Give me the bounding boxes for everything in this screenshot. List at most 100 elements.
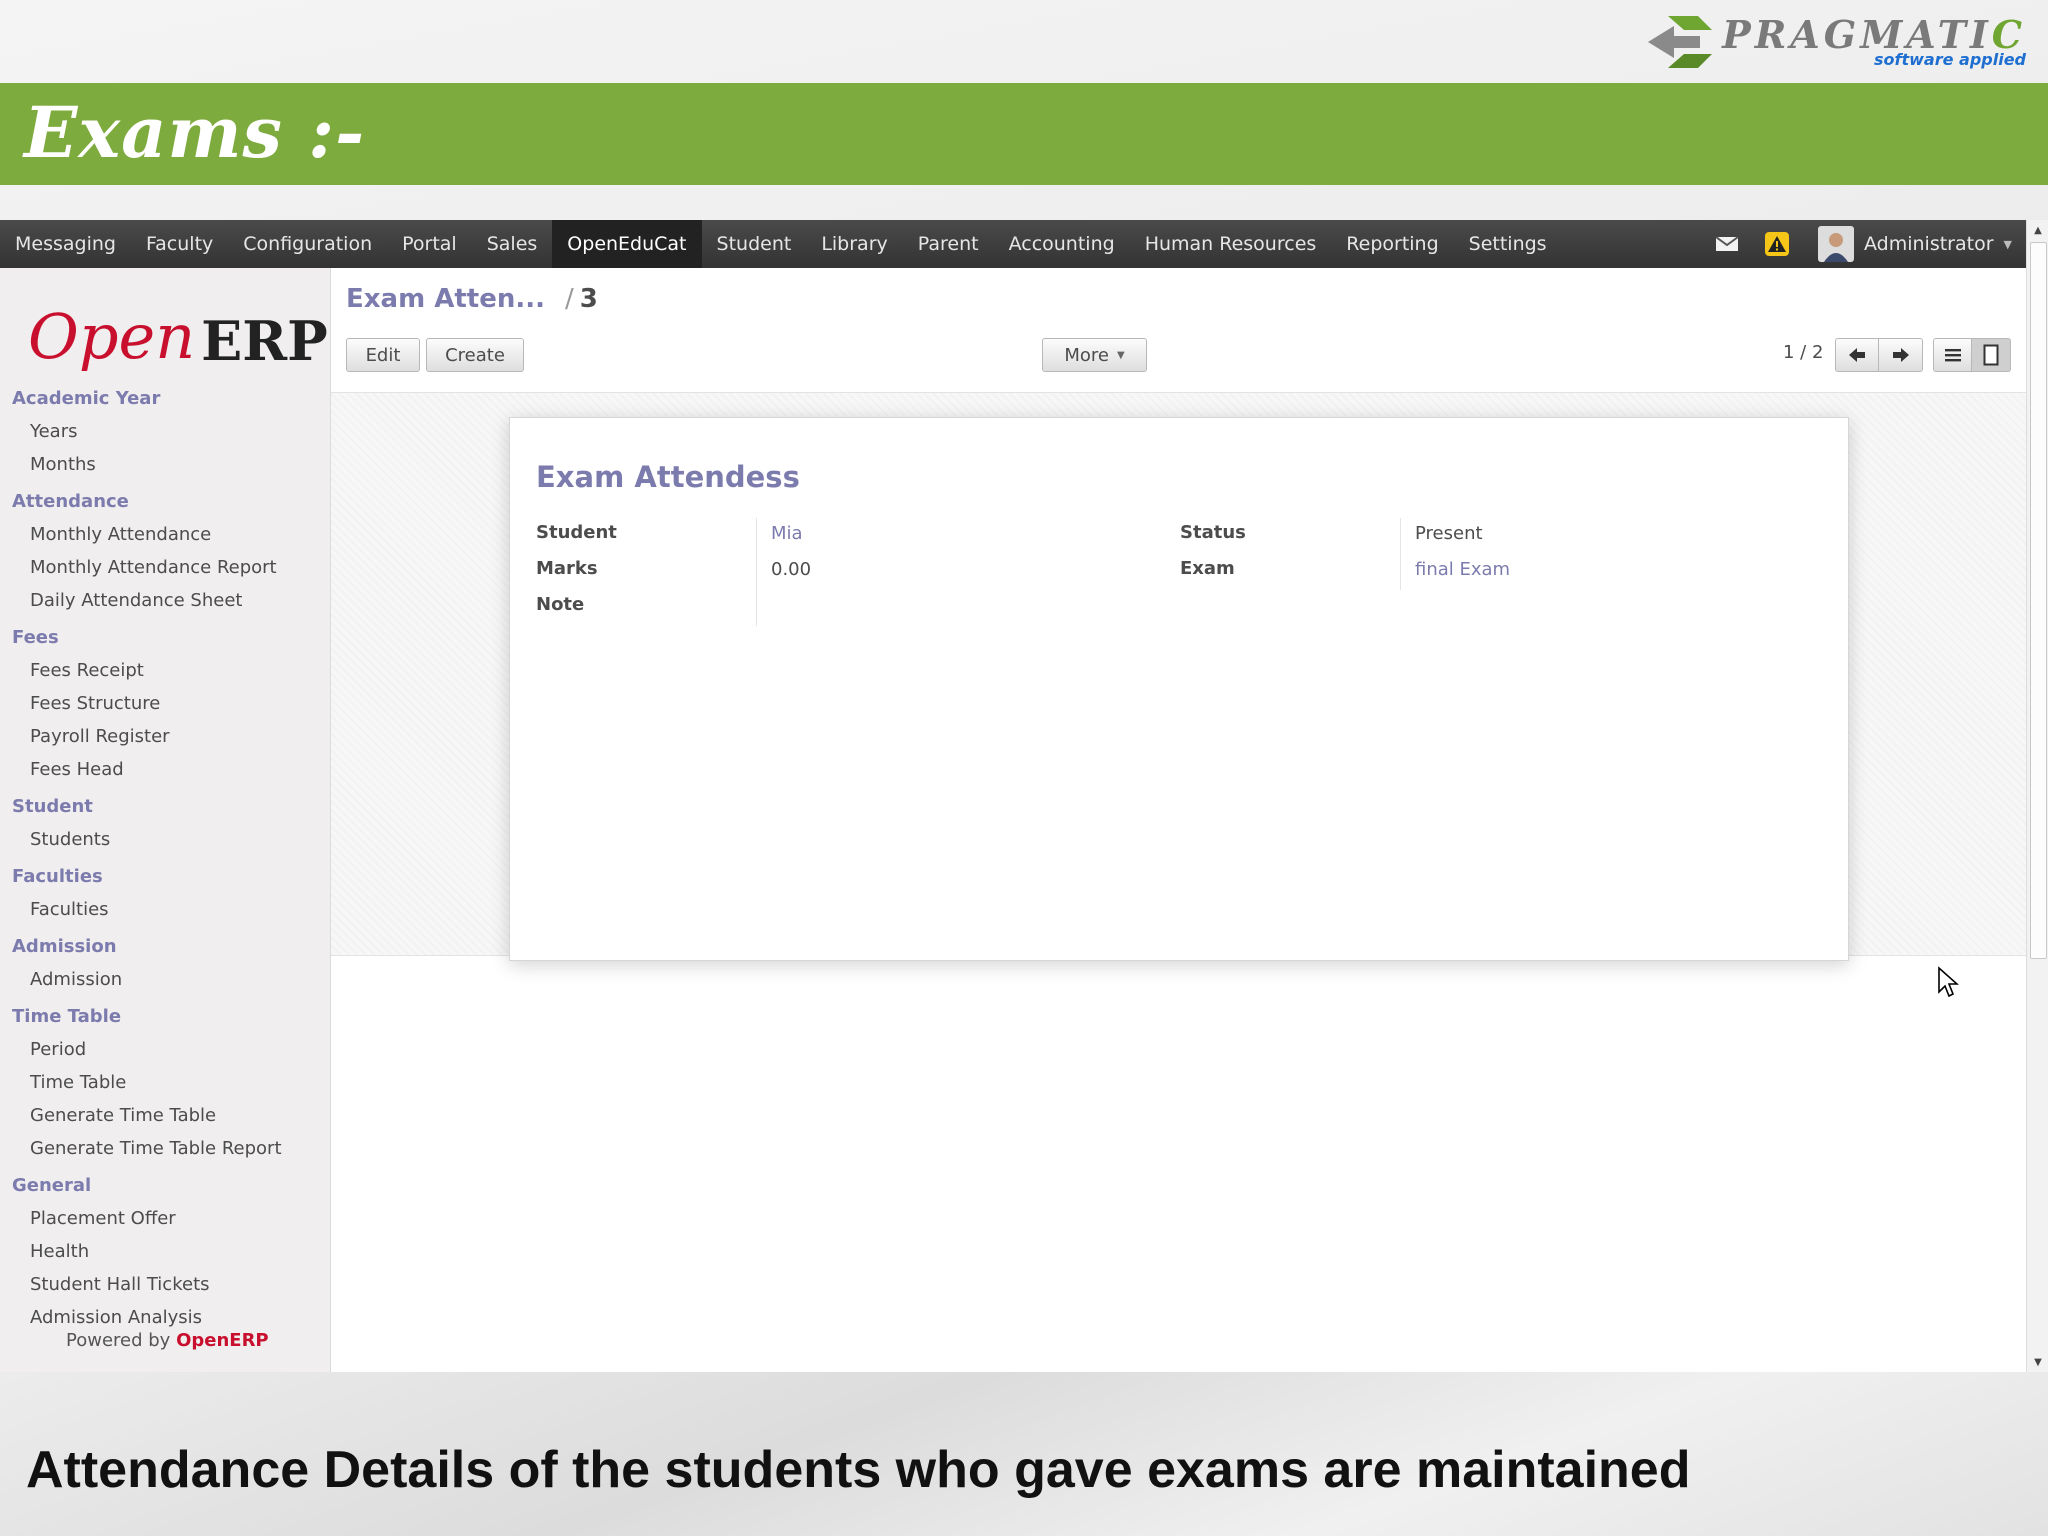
- slide-title: Exams :-: [24, 91, 366, 174]
- edit-button[interactable]: Edit: [346, 338, 420, 372]
- sidebar-item-admission[interactable]: Admission: [0, 963, 330, 996]
- list-icon: [1944, 349, 1961, 362]
- sidebar-item-fees-receipt[interactable]: Fees Receipt: [0, 654, 330, 687]
- sidebar-item-time-table[interactable]: Time Table: [0, 1066, 330, 1099]
- marks-label: Marks: [536, 558, 598, 579]
- pragmatic-logo: PRAGMATIC software applied: [1644, 6, 2026, 78]
- list-view-button[interactable]: [1933, 338, 1972, 372]
- sidebar-item-monthly-attendance-report[interactable]: Monthly Attendance Report: [0, 551, 330, 584]
- user-avatar[interactable]: [1818, 226, 1854, 262]
- sidebar-item-health[interactable]: Health: [0, 1235, 330, 1268]
- previous-record-button[interactable]: [1835, 338, 1879, 372]
- create-button[interactable]: Create: [426, 338, 524, 372]
- vertical-scrollbar[interactable]: ▲ ▼: [2026, 220, 2048, 1372]
- form-title: Exam Attendess: [536, 460, 800, 494]
- next-record-button[interactable]: [1879, 338, 1923, 372]
- powered-by: Powered by OpenERP: [66, 1330, 269, 1351]
- scroll-down-icon[interactable]: ▼: [2027, 1352, 2048, 1372]
- sidebar-item-generate-time-table[interactable]: Generate Time Table: [0, 1099, 330, 1132]
- scroll-thumb[interactable]: [2030, 242, 2047, 959]
- sidebar-item-student-hall-tickets[interactable]: Student Hall Tickets: [0, 1268, 330, 1301]
- field-divider: [756, 518, 757, 626]
- more-button[interactable]: More ▼: [1042, 338, 1147, 372]
- form-view-button[interactable]: [1972, 338, 2011, 372]
- pragmatic-logo-icon: [1648, 16, 1713, 68]
- user-menu[interactable]: Administrator ▼: [1864, 233, 2012, 255]
- top-menu-reporting[interactable]: Reporting: [1331, 220, 1453, 268]
- student-label: Student: [536, 522, 617, 543]
- powered-by-text: Powered by: [66, 1330, 177, 1351]
- envelope-icon[interactable]: [1712, 229, 1742, 259]
- top-menu-library[interactable]: Library: [806, 220, 902, 268]
- top-menu-bar: Messaging Faculty Configuration Portal Sales…: [0, 220, 2026, 268]
- main-content: Exam Atten... /3 Edit Create More ▼ 1 / 2: [331, 268, 2026, 1372]
- sidebar-item-payroll-register[interactable]: Payroll Register: [0, 720, 330, 753]
- sidebar-section-general[interactable]: General: [0, 1169, 330, 1202]
- sidebar-item-monthly-attendance[interactable]: Monthly Attendance: [0, 518, 330, 551]
- form-background: Exam Attendess Student Mia Marks 0.00 No…: [331, 393, 2026, 961]
- top-menu-human-resources[interactable]: Human Resources: [1130, 220, 1332, 268]
- sidebar-item-fees-head[interactable]: Fees Head: [0, 753, 330, 786]
- openerp-logo-erp: ERP: [201, 309, 328, 373]
- top-menu-student[interactable]: Student: [702, 220, 807, 268]
- sidebar-item-months[interactable]: Months: [0, 448, 330, 481]
- sidebar-section-faculties[interactable]: Faculties: [0, 860, 330, 893]
- mouse-cursor-icon: [1938, 966, 1959, 998]
- chevron-down-icon: ▼: [1116, 349, 1125, 361]
- openerp-logo[interactable]: Open ERP: [28, 288, 328, 373]
- exam-label: Exam: [1180, 558, 1235, 579]
- sidebar-item-students[interactable]: Students: [0, 823, 330, 856]
- view-switcher: [1933, 338, 2011, 372]
- left-sidebar: Open ERP Academic Year Years Months Attendan…: [0, 268, 331, 1372]
- breadcrumb-separator: /: [564, 284, 574, 314]
- sidebar-section-academic-year[interactable]: Academic Year: [0, 382, 330, 415]
- warning-icon[interactable]: [1762, 229, 1792, 259]
- field-divider: [1400, 518, 1401, 590]
- sidebar-item-daily-attendance-sheet[interactable]: Daily Attendance Sheet: [0, 584, 330, 617]
- top-menu-openeducat[interactable]: OpenEduCat: [552, 220, 702, 268]
- form-icon: [1983, 344, 1999, 366]
- slide-caption: Attendance Details of the students who g…: [26, 1441, 1691, 1499]
- top-menu-parent[interactable]: Parent: [903, 220, 994, 268]
- breadcrumb-link[interactable]: Exam Atten...: [346, 284, 545, 314]
- powered-by-link[interactable]: OpenERP: [176, 1330, 269, 1351]
- pragmatic-wordmark: PRAGMATIC: [1722, 12, 2026, 57]
- topbar-right: Administrator ▼: [1702, 220, 2026, 268]
- sidebar-item-fees-structure[interactable]: Fees Structure: [0, 687, 330, 720]
- sidebar-item-period[interactable]: Period: [0, 1033, 330, 1066]
- sidebar-item-generate-time-table-report[interactable]: Generate Time Table Report: [0, 1132, 330, 1165]
- status-value: Present: [1415, 523, 1483, 544]
- sidebar-section-attendance[interactable]: Attendance: [0, 485, 330, 518]
- form-sheet: Exam Attendess Student Mia Marks 0.00 No…: [509, 417, 1849, 961]
- exam-value[interactable]: final Exam: [1415, 559, 1510, 580]
- top-menu-messaging[interactable]: Messaging: [0, 220, 131, 268]
- user-name: Administrator: [1864, 233, 1994, 255]
- top-menu-configuration[interactable]: Configuration: [228, 220, 387, 268]
- sidebar-item-years[interactable]: Years: [0, 415, 330, 448]
- sidebar-section-fees[interactable]: Fees: [0, 621, 330, 654]
- student-value[interactable]: Mia: [771, 523, 803, 544]
- sidebar-item-faculties[interactable]: Faculties: [0, 893, 330, 926]
- top-menu-settings[interactable]: Settings: [1454, 220, 1562, 268]
- more-button-label: More: [1064, 344, 1109, 366]
- breadcrumb: Exam Atten... /3: [346, 284, 598, 314]
- arrow-right-icon: [1892, 348, 1909, 362]
- marks-value: 0.00: [771, 559, 812, 580]
- sidebar-section-student[interactable]: Student: [0, 790, 330, 823]
- slide-header: PRAGMATIC software applied: [0, 0, 2048, 83]
- pager-nav: [1835, 338, 1923, 372]
- scroll-up-icon[interactable]: ▲: [2027, 220, 2048, 240]
- top-menu-accounting[interactable]: Accounting: [994, 220, 1130, 268]
- top-menu-sales[interactable]: Sales: [472, 220, 553, 268]
- sidebar-section-admission[interactable]: Admission: [0, 930, 330, 963]
- top-menu-portal[interactable]: Portal: [387, 220, 472, 268]
- pager-value: 1 / 2: [1783, 342, 1824, 363]
- sidebar-nav: Academic Year Years Months Attendance Monthl…: [0, 378, 330, 1334]
- note-label: Note: [536, 594, 585, 615]
- sidebar-item-placement-offer[interactable]: Placement Offer: [0, 1202, 330, 1235]
- control-panel: Exam Atten... /3 Edit Create More ▼ 1 / 2: [331, 268, 2026, 393]
- status-label: Status: [1180, 522, 1246, 543]
- sidebar-section-time-table[interactable]: Time Table: [0, 1000, 330, 1033]
- top-menu-faculty[interactable]: Faculty: [131, 220, 228, 268]
- breadcrumb-current: 3: [579, 284, 598, 314]
